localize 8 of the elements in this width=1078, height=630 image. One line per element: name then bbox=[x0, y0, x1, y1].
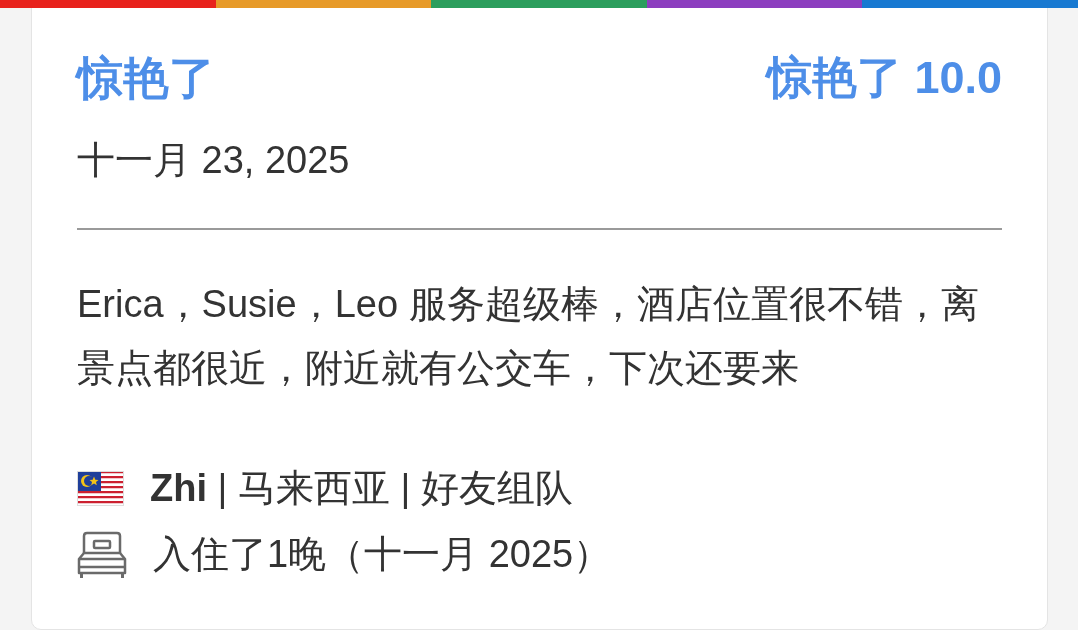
review-score: 惊艳了 10.0 bbox=[766, 52, 1002, 104]
review-text: Erica，Susie，Leo 服务超级棒，酒店位置很不错，离景点都很近，附近就有公交车，下次还要来 bbox=[77, 282, 980, 391]
rating-label: 惊艳了 bbox=[77, 52, 215, 104]
flag-icon bbox=[77, 470, 124, 506]
review-date: 十一月 23, 2025 bbox=[77, 138, 351, 183]
bed-icon bbox=[77, 530, 127, 578]
stay-info: 入住了1晚（十一月 2025） bbox=[153, 532, 612, 577]
reviewer-info: Zhi | 马来西亚 | 好友组队 bbox=[150, 466, 573, 511]
